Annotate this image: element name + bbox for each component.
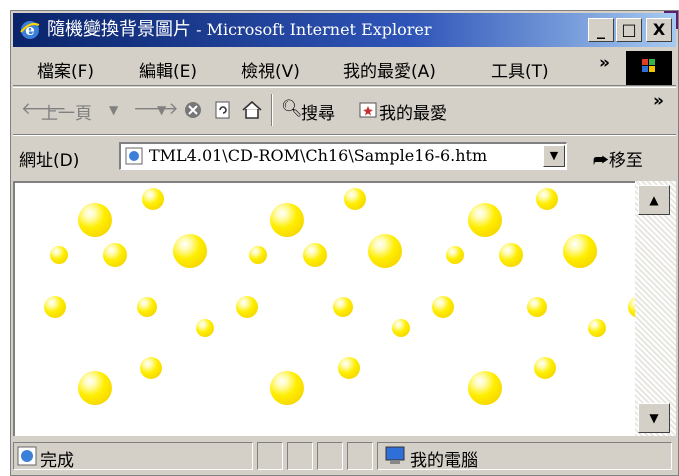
bubble [137,297,157,317]
status-pane [347,442,373,470]
forward-dropdown-icon[interactable]: ▼ [157,103,166,117]
title-bar[interactable]: e 隨機變換背景圖片 - Microsoft Internet Explorer… [13,13,676,47]
maximize-button[interactable]: □ [616,18,642,42]
search-icon: 🔍︎ [281,99,303,119]
go-button[interactable]: ⮫移至 [593,146,643,171]
status-pane [257,442,283,470]
bubble [44,296,66,318]
status-zone-pane: 我的電腦 [377,442,672,471]
bubble [50,246,68,264]
bubble [344,188,366,210]
address-value: TML4.01\CD-ROM\Ch16\Sample16-6.htm [149,146,488,165]
page-icon [125,147,143,165]
bubble [78,371,112,405]
bubble [333,297,353,317]
bubble [588,319,606,337]
search-button[interactable]: 搜尋 [301,99,335,124]
bubble [368,234,402,268]
bubble [303,243,327,267]
minimize-button[interactable]: _ [588,18,614,42]
stop-icon[interactable] [183,100,203,120]
bubble [249,246,267,264]
menu-edit[interactable]: 編輯(E) [139,57,197,82]
refresh-icon[interactable] [213,100,233,120]
address-bar: 網址(D) TML4.01\CD-ROM\Ch16\Sample16-6.htm… [13,135,676,178]
go-label: 移至 [608,151,643,171]
status-pane-main: 完成 [13,442,253,471]
address-input[interactable]: TML4.01\CD-ROM\Ch16\Sample16-6.htm ▼ [119,142,567,170]
bubble [196,319,214,337]
bubble [527,297,547,317]
go-arrow-icon: ⮫ [593,151,609,171]
window-title: 隨機變換背景圖片 - Microsoft Internet Explorer [47,19,432,40]
bubble [499,243,523,267]
bubble [173,234,207,268]
browser-window: e 隨機變換背景圖片 - Microsoft Internet Explorer… [10,10,679,476]
bubble [236,296,258,318]
page-content [13,181,635,436]
bubble [468,203,502,237]
bubble [142,188,164,210]
status-bar: 完成 我的電腦 [13,439,676,473]
status-pane [287,442,313,470]
toolbar: 🡐 上一頁 ▼ 🡒 ▼ 🔍︎ 搜尋 我的最愛 » [13,87,676,135]
bubble [270,371,304,405]
scroll-up-button[interactable]: ▲ [638,185,670,215]
toolbar-more-button[interactable]: » [653,91,664,111]
menu-more-button[interactable]: » [599,53,610,73]
bubble [270,203,304,237]
status-zone-text: 我的電腦 [410,451,478,471]
bubble [392,319,410,337]
back-button[interactable]: 上一頁 [41,99,92,124]
page-done-icon [17,446,37,466]
address-dropdown-button[interactable]: ▼ [543,145,565,167]
menu-tools[interactable]: 工具(T) [491,57,549,82]
toolbar-separator [271,94,273,126]
vertical-scrollbar[interactable]: ▲ ▼ [635,181,676,436]
bubble [468,371,502,405]
ie-icon: e [20,21,40,39]
bubble [338,357,360,379]
bubble [432,296,454,318]
status-text: 完成 [40,451,74,471]
menu-view[interactable]: 檢視(V) [241,57,300,82]
bubble [140,357,162,379]
status-pane [317,442,343,470]
menu-bar: 檔案(F) 編輯(E) 檢視(V) 我的最愛(A) 工具(T) » [13,51,676,86]
bubble [534,357,556,379]
close-button[interactable]: X [646,18,672,42]
menu-file[interactable]: 檔案(F) [37,57,94,82]
bubble [78,203,112,237]
home-icon[interactable] [241,100,263,120]
back-dropdown-icon[interactable]: ▼ [109,103,118,117]
address-label: 網址(D) [19,151,80,171]
favorites-icon [359,102,377,118]
bubble [563,234,597,268]
forward-arrow-icon[interactable]: 🡒 [133,99,179,119]
menu-favorites[interactable]: 我的最愛(A) [343,57,436,82]
bubble [536,188,558,210]
bubble [628,296,635,318]
computer-icon [385,446,405,464]
favorites-button[interactable]: 我的最愛 [379,99,447,124]
windows-logo-icon [626,51,672,85]
bubble [446,246,464,264]
scroll-down-button[interactable]: ▼ [638,403,670,433]
bubble [103,243,127,267]
